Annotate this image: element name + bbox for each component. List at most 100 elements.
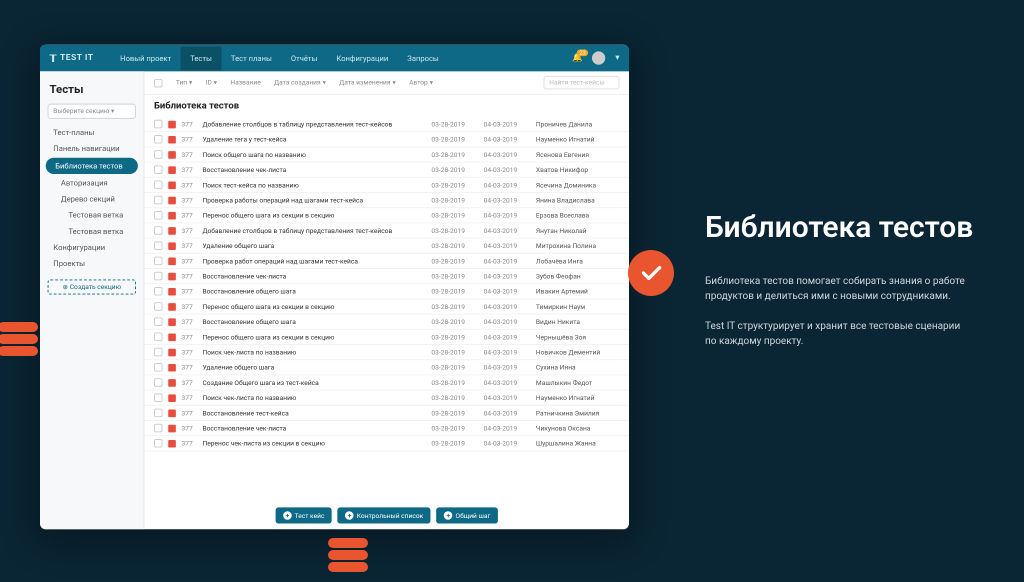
- row-checkbox[interactable]: [154, 378, 163, 387]
- nav-тест планы[interactable]: Тест планы: [221, 46, 281, 70]
- row-checkbox[interactable]: [154, 302, 163, 311]
- row-modified: 04-03-2019: [484, 211, 536, 219]
- notifications-button[interactable]: 🔔23: [572, 53, 583, 63]
- row-checkbox[interactable]: [154, 211, 163, 220]
- filter-type[interactable]: Тип ▾: [176, 79, 193, 87]
- sidebar-item[interactable]: Дерево секций: [40, 191, 144, 207]
- filter-modified[interactable]: Дата изменения ▾: [339, 79, 396, 87]
- type-icon: [168, 181, 176, 189]
- row-checkbox[interactable]: [154, 181, 163, 190]
- search-input[interactable]: Найти тест-кейсы: [544, 76, 620, 89]
- table-row[interactable]: 377Поиск чек-листа по названию03-28-2019…: [145, 345, 630, 360]
- sidebar-item[interactable]: Библиотека тестов: [46, 158, 138, 174]
- nav-тесты[interactable]: Тесты: [181, 46, 222, 70]
- row-checkbox[interactable]: [154, 348, 163, 357]
- row-author: Науменко Игнатий: [536, 394, 620, 402]
- row-author: Ясечина Доминика: [536, 181, 620, 189]
- row-checkbox[interactable]: [154, 120, 163, 129]
- filter-author[interactable]: Автор ▾: [409, 79, 433, 87]
- row-checkbox[interactable]: [154, 226, 163, 235]
- row-id: 377: [182, 257, 203, 265]
- table-row[interactable]: 377Поиск чек-листа по названию03-28-2019…: [145, 391, 630, 406]
- sidebar-item[interactable]: Тестовая ветка: [40, 207, 144, 223]
- sidebar-item[interactable]: Тест-планы: [40, 125, 144, 141]
- filter-id[interactable]: ID ▾: [206, 79, 217, 87]
- row-modified: 04-03-2019: [484, 227, 536, 235]
- row-id: 377: [182, 363, 203, 371]
- row-checkbox[interactable]: [154, 333, 163, 342]
- table-row[interactable]: 377Поиск общего шага по названию03-28-20…: [145, 147, 630, 162]
- table-row[interactable]: 377Восстановление тест-кейса03-28-201904…: [145, 406, 630, 421]
- table-row[interactable]: 377Удаление общего шага03-28-201904-03-2…: [145, 360, 630, 375]
- nav-отчёты[interactable]: Отчёты: [281, 46, 327, 70]
- table-row[interactable]: 377Восстановление чек-листа03-28-201904-…: [145, 421, 630, 436]
- row-created: 03-28-2019: [431, 303, 483, 311]
- add-checklist-button[interactable]: +Контрольный список: [338, 507, 431, 523]
- row-created: 03-28-2019: [431, 211, 483, 219]
- table-row[interactable]: 377Добавление столбцов в таблицу предста…: [145, 223, 630, 238]
- row-checkbox[interactable]: [154, 165, 163, 174]
- nav-конфигурации[interactable]: Конфигурации: [327, 46, 398, 70]
- filter-bar: Тип ▾ ID ▾ Название Дата создания ▾ Дата…: [145, 71, 630, 95]
- section-select[interactable]: Выберите секцию ▾: [48, 104, 136, 119]
- row-id: 377: [182, 272, 203, 280]
- sidebar-item[interactable]: Тестовая ветка: [40, 223, 144, 239]
- nav-новый проект[interactable]: Новый проект: [111, 46, 181, 70]
- row-checkbox[interactable]: [154, 135, 163, 144]
- create-section-button[interactable]: ⊕ Создать секцию: [48, 279, 136, 294]
- type-icon: [168, 211, 176, 219]
- row-created: 03-28-2019: [431, 181, 483, 189]
- table-row[interactable]: 377Восстановление общего шага03-28-20190…: [145, 284, 630, 299]
- table-row[interactable]: 377Перенос чек-листа из секции в секцию0…: [145, 436, 630, 451]
- row-author: Чикунова Оксана: [536, 424, 620, 432]
- row-checkbox[interactable]: [154, 317, 163, 326]
- row-checkbox[interactable]: [154, 272, 163, 281]
- row-author: Зубов Феофан: [536, 272, 620, 280]
- row-checkbox[interactable]: [154, 241, 163, 250]
- sidebar-item[interactable]: Авторизация: [40, 175, 144, 191]
- row-checkbox[interactable]: [154, 363, 163, 372]
- table-row[interactable]: 377Добавление столбцов в таблицу предста…: [145, 117, 630, 132]
- table-row[interactable]: 377Перенос общего шага из секции в секци…: [145, 299, 630, 314]
- nav-запросы[interactable]: Запросы: [398, 46, 449, 70]
- type-icon: [168, 120, 176, 128]
- table-row[interactable]: 377Поиск тест-кейса по названию03-28-201…: [145, 178, 630, 193]
- filter-name[interactable]: Название: [230, 79, 260, 87]
- row-checkbox[interactable]: [154, 409, 163, 418]
- row-checkbox[interactable]: [154, 150, 163, 159]
- row-checkbox[interactable]: [154, 393, 163, 402]
- table-row[interactable]: 377Перенос общего шага из секции в секци…: [145, 208, 630, 223]
- user-avatar[interactable]: [592, 51, 605, 64]
- slide-paragraph-2: Test IT структурирует и хранит все тесто…: [705, 319, 965, 350]
- table-row[interactable]: 377Создание Общего шага из тест-кейса03-…: [145, 375, 630, 390]
- type-icon: [168, 348, 176, 356]
- table-row[interactable]: 377Проверка работы операций над шагами т…: [145, 193, 630, 208]
- table-row[interactable]: 377Удаление тега у тест-кейса03-28-20190…: [145, 132, 630, 147]
- table-row[interactable]: 377Восстановление чек-листа03-28-201904-…: [145, 163, 630, 178]
- row-name: Перенос общего шага из секции в секцию: [202, 303, 431, 311]
- row-modified: 04-03-2019: [484, 363, 536, 371]
- table-row[interactable]: 377Проверка работ операций над шагами те…: [145, 254, 630, 269]
- filter-created[interactable]: Дата создания ▾: [274, 79, 326, 87]
- row-created: 03-28-2019: [431, 166, 483, 174]
- table-row[interactable]: 377Перенос общего шага из секции в секци…: [145, 330, 630, 345]
- row-created: 03-28-2019: [431, 363, 483, 371]
- table-row[interactable]: 377Восстановление общего шага03-28-20190…: [145, 315, 630, 330]
- row-checkbox[interactable]: [154, 196, 163, 205]
- sidebar-item[interactable]: Конфигурации: [40, 240, 144, 256]
- row-modified: 04-03-2019: [484, 181, 536, 189]
- sidebar-item[interactable]: Панель навигации: [40, 141, 144, 157]
- row-checkbox[interactable]: [154, 287, 163, 296]
- chevron-down-icon[interactable]: ▾: [615, 53, 619, 63]
- table-row[interactable]: 377Восстановление чек-листа03-28-201904-…: [145, 269, 630, 284]
- row-checkbox[interactable]: [154, 439, 163, 448]
- add-shared-step-button[interactable]: +Общий шаг: [437, 507, 498, 523]
- select-all-checkbox[interactable]: [154, 78, 163, 87]
- row-checkbox[interactable]: [154, 257, 163, 266]
- table-row[interactable]: 377Удаление общего шага03-28-201904-03-2…: [145, 239, 630, 254]
- add-test-case-button[interactable]: +Тест кейс: [276, 507, 332, 523]
- row-checkbox[interactable]: [154, 424, 163, 433]
- row-modified: 04-03-2019: [484, 348, 536, 356]
- sidebar-item[interactable]: Проекты: [40, 256, 144, 272]
- row-author: Хватов Никифор: [536, 166, 620, 174]
